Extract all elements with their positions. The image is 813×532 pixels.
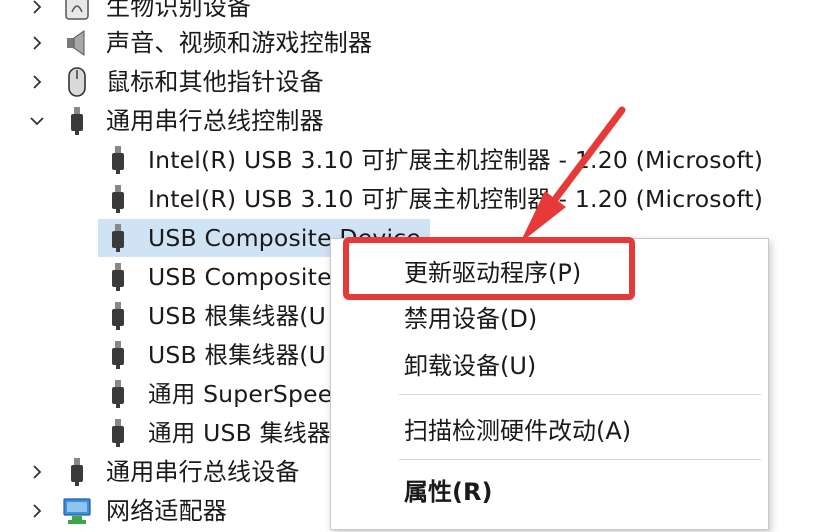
tree-item-label: 网络适配器 xyxy=(106,497,227,525)
tree-item-label: 通用 SuperSpee xyxy=(148,380,333,408)
tree-item-label: 声音、视频和游戏控制器 xyxy=(106,29,373,57)
annotation-highlight-box xyxy=(343,237,635,300)
tree-item-label: 通用串行总线设备 xyxy=(106,458,300,486)
chevron-right-icon[interactable] xyxy=(24,453,50,491)
tree-item-biometric[interactable]: 生物识别设备 xyxy=(0,0,813,26)
chevron-right-icon[interactable] xyxy=(24,492,50,530)
tree-item-label: 通用 USB 集线器 xyxy=(148,419,331,447)
tree-item-label: USB 根集线器(U xyxy=(148,302,327,330)
tree-item-sound-video[interactable]: 声音、视频和游戏控制器 xyxy=(0,24,813,62)
usb-plug-icon xyxy=(103,301,133,331)
usb-plug-icon xyxy=(103,379,133,409)
menu-item-scan-hardware[interactable]: 扫描检测硬件改动(A) xyxy=(331,411,768,451)
usb-plug-icon xyxy=(103,223,133,253)
chevron-right-icon[interactable] xyxy=(24,0,50,26)
menu-item-label: 卸载设备(U) xyxy=(404,352,537,380)
tree-item-mouse[interactable]: 鼠标和其他指针设备 xyxy=(0,63,813,101)
chevron-down-icon[interactable] xyxy=(24,102,50,140)
menu-item-label: 禁用设备(D) xyxy=(404,305,538,333)
menu-item-properties[interactable]: 属性(R) xyxy=(331,472,768,512)
usb-plug-icon xyxy=(103,145,133,175)
usb-plug-icon xyxy=(62,106,92,136)
mouse-icon xyxy=(62,67,92,97)
network-adapter-icon xyxy=(62,496,92,526)
chevron-right-icon[interactable] xyxy=(24,63,50,101)
tree-item-label: Intel(R) USB 3.10 可扩展主机控制器 - 1.20 (Micro… xyxy=(148,185,764,213)
menu-item-uninstall-device[interactable]: 卸载设备(U) xyxy=(331,346,768,386)
menu-item-label: 属性(R) xyxy=(404,478,493,506)
chevron-right-icon[interactable] xyxy=(24,24,50,62)
tree-item-label: 鼠标和其他指针设备 xyxy=(106,68,324,96)
tree-item-label: USB 根集线器(U xyxy=(148,341,327,369)
usb-plug-icon xyxy=(103,418,133,448)
usb-plug-icon xyxy=(103,262,133,292)
tree-item-label: 生物识别设备 xyxy=(106,0,252,21)
usb-plug-icon xyxy=(103,184,133,214)
menu-item-label: 扫描检测硬件改动(A) xyxy=(404,417,632,445)
usb-plug-icon xyxy=(62,457,92,487)
usb-plug-icon xyxy=(103,340,133,370)
menu-separator xyxy=(399,394,761,395)
tree-child-intel-usb-1[interactable]: Intel(R) USB 3.10 可扩展主机控制器 - 1.20 (Micro… xyxy=(0,141,813,179)
menu-item-disable-device[interactable]: 禁用设备(D) xyxy=(331,299,768,339)
tree-child-intel-usb-2[interactable]: Intel(R) USB 3.10 可扩展主机控制器 - 1.20 (Micro… xyxy=(0,180,813,218)
speaker-icon xyxy=(62,28,92,58)
tree-item-label: 通用串行总线控制器 xyxy=(106,107,324,135)
menu-separator xyxy=(399,459,761,460)
biometric-icon xyxy=(62,0,92,22)
tree-item-label: Intel(R) USB 3.10 可扩展主机控制器 - 1.20 (Micro… xyxy=(148,146,764,174)
tree-item-usb-controllers[interactable]: 通用串行总线控制器 xyxy=(0,102,813,140)
tree-item-label: USB Composite xyxy=(148,263,332,291)
